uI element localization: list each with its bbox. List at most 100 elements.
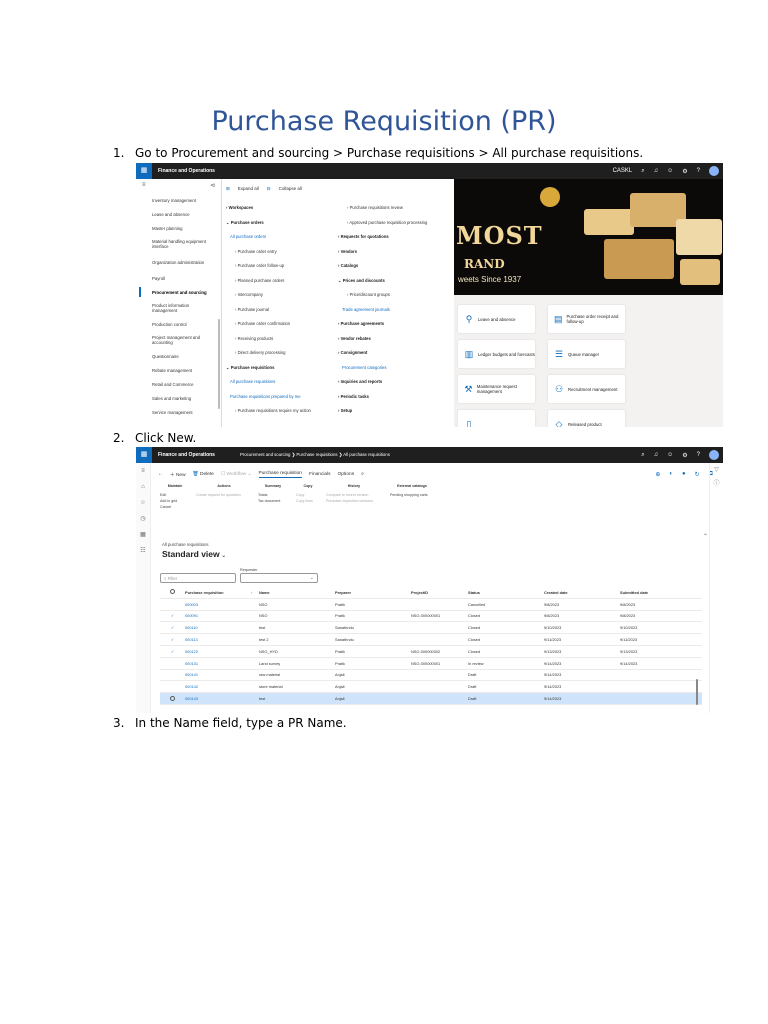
search-icon[interactable]: ⌕ bbox=[641, 168, 644, 175]
cell-pr-id[interactable]: 000003 bbox=[185, 602, 259, 607]
expand-all-icon[interactable]: ⊞ bbox=[226, 186, 230, 192]
tile-ledger-budgets[interactable]: ▥ Ledger budgets and forecasts bbox=[458, 340, 535, 368]
refresh-icon[interactable]: ↻ bbox=[695, 471, 700, 478]
smile-icon[interactable]: ☺ bbox=[667, 168, 673, 174]
table-row[interactable]: 000143 test Anjali Draft 9/14/2023 bbox=[160, 693, 702, 705]
breadcrumb-section[interactable]: Purchase requisitions bbox=[296, 452, 337, 457]
company-picker[interactable]: CASKL bbox=[613, 168, 633, 174]
gear-icon[interactable]: ⚙ bbox=[682, 168, 687, 175]
app-launcher-icon[interactable]: ▦ bbox=[136, 447, 152, 463]
nav-item[interactable]: Service management bbox=[136, 405, 221, 419]
flyout-item[interactable]: › Approved purchase requisition processi… bbox=[338, 216, 427, 231]
flyout-item[interactable]: › Direct delivery processing bbox=[226, 346, 311, 361]
bell-icon[interactable]: ♫ bbox=[654, 452, 659, 458]
flyout-item[interactable]: › Purchase order entry bbox=[226, 245, 311, 260]
row-check-icon[interactable]: ✓ bbox=[160, 649, 185, 654]
nav-item[interactable]: Master planning bbox=[136, 221, 221, 235]
flyout-item[interactable]: › Vendors bbox=[338, 245, 427, 260]
table-row[interactable]: ✓ 000110 test Sanathndu Closed 9/10/2023 9/10/… bbox=[160, 622, 702, 635]
help-icon[interactable]: ? bbox=[697, 452, 700, 458]
flyout-item[interactable]: › Setup bbox=[338, 404, 427, 419]
pending-carts-button[interactable]: Pending shopping carts bbox=[390, 492, 434, 498]
flyout-item[interactable]: › Purchase requisitions require my actio… bbox=[226, 404, 311, 419]
row-check-icon[interactable]: ✓ bbox=[160, 613, 185, 618]
flyout-item[interactable]: › Vendor rebates bbox=[338, 332, 427, 347]
attach-icon[interactable]: ⊕ bbox=[655, 471, 660, 478]
flyout-item[interactable]: › Requests for quotations bbox=[338, 230, 427, 245]
col-submitted-date[interactable]: Submitted date bbox=[620, 590, 702, 595]
flyout-item[interactable]: › Inquiries and reports bbox=[338, 375, 427, 390]
cell-pr-id[interactable]: 000143 bbox=[185, 696, 259, 701]
filter-input[interactable]: ⌕ Filter bbox=[160, 573, 236, 583]
col-project-id[interactable]: ProjectID bbox=[411, 590, 468, 595]
copy-lines-button[interactable]: Copy lines bbox=[296, 498, 320, 504]
flyout-item[interactable]: › Purchase requisitions review bbox=[338, 201, 427, 216]
flyout-item[interactable]: › Receiving products bbox=[226, 332, 311, 347]
gear-icon[interactable]: ⚙ bbox=[682, 452, 687, 459]
nav-item[interactable]: Product information management bbox=[136, 299, 221, 317]
workflow-button[interactable]: ☐ Workflow ⌄ bbox=[221, 472, 252, 477]
flyout-item[interactable]: All purchase orders bbox=[226, 230, 311, 245]
nav-item[interactable]: Rebate management bbox=[136, 363, 221, 377]
cell-pr-id[interactable]: 000142 bbox=[185, 684, 259, 689]
nav-item[interactable]: Procurement and sourcing bbox=[136, 285, 221, 299]
modules-icon[interactable]: ☷ bbox=[136, 543, 150, 559]
flyout-item[interactable]: ⌄ Purchase requisitions bbox=[226, 361, 311, 376]
col-created-date[interactable]: Created date bbox=[544, 590, 620, 595]
table-row[interactable]: 000141 raw material Anjali Draft 9/14/2023 bbox=[160, 670, 702, 682]
tile-po-receipt[interactable]: ▤ Purchase order receipt and follow-up bbox=[548, 305, 625, 333]
table-row[interactable]: ✓ 000091 NSO Pratik NSO-000000001 Closed 9/8/2… bbox=[160, 611, 702, 623]
delete-button[interactable]: 🗑 Delete bbox=[193, 472, 214, 477]
tile-recruitment[interactable]: ⚇ Recruitment management bbox=[548, 375, 625, 403]
tile-released-product[interactable]: ◇ Released product bbox=[548, 410, 625, 427]
flyout-item[interactable]: › Price/discount groups bbox=[338, 288, 427, 303]
flyout-item[interactable]: Procurement categories bbox=[338, 361, 427, 376]
avatar[interactable] bbox=[709, 450, 719, 460]
collapse-all-icon[interactable]: ⊟ bbox=[267, 186, 271, 192]
tile-document[interactable]: ▯ bbox=[458, 410, 535, 427]
bell-icon[interactable]: ♫ bbox=[654, 168, 659, 174]
nav-item[interactable]: Material handling equipment interface bbox=[136, 235, 221, 253]
cell-pr-id[interactable]: 000141 bbox=[185, 672, 259, 677]
row-select-radio[interactable] bbox=[170, 695, 175, 701]
flyout-item[interactable]: › Catalogs bbox=[338, 259, 427, 274]
row-check-icon[interactable]: ✓ bbox=[160, 637, 185, 642]
flyout-item[interactable]: Purchase requisitions prepared by me bbox=[226, 390, 311, 405]
nav-item[interactable]: Retail and Commerce bbox=[136, 377, 221, 391]
hamburger-icon[interactable]: ≡ bbox=[142, 182, 146, 190]
smile-icon[interactable]: ☺ bbox=[667, 452, 673, 458]
tile-leave-absence[interactable]: ⚲ Leave and absence bbox=[458, 305, 535, 333]
nav-item[interactable]: Project management and accounting bbox=[136, 331, 221, 349]
table-row[interactable]: 000131 Land survey Pratik NSO-000000001 In r… bbox=[160, 658, 702, 670]
flyout-item[interactable]: › Workspaces bbox=[226, 201, 311, 216]
flyout-item[interactable]: › Purchase agreements bbox=[338, 317, 427, 332]
row-check-icon[interactable]: ✓ bbox=[160, 625, 185, 630]
nav-item[interactable]: Inventory management bbox=[136, 193, 221, 207]
table-row[interactable]: ✓ 000113 test 2 Sanathndu Closed 9/11/2023 9/1… bbox=[160, 634, 702, 646]
new-button[interactable]: ＋ New bbox=[170, 471, 186, 478]
clock-icon[interactable]: ◷ bbox=[136, 511, 150, 527]
expand-all-button[interactable]: Expand all bbox=[238, 186, 259, 192]
nav-item[interactable]: Questionnaire bbox=[136, 349, 221, 363]
view-selector[interactable]: Standard view ⌄ bbox=[162, 549, 226, 559]
back-icon[interactable]: ← bbox=[158, 472, 163, 477]
filter-icon[interactable]: ▽ bbox=[710, 463, 723, 477]
collapse-all-button[interactable]: Collapse all bbox=[279, 186, 302, 192]
flyout-item[interactable]: › Consignment bbox=[338, 346, 427, 361]
flyout-item[interactable]: › Purchase order follow-up bbox=[226, 259, 311, 274]
cancel-button[interactable]: Cancel bbox=[160, 504, 190, 510]
col-purchase-requisition[interactable]: Purchase requisition ↑ bbox=[185, 590, 259, 595]
workspaces-icon[interactable]: ▦ bbox=[136, 527, 150, 543]
nav-item[interactable]: Payroll bbox=[136, 271, 221, 285]
cell-pr-id[interactable]: 000113 bbox=[185, 637, 259, 642]
pin-icon[interactable]: ⊲ bbox=[210, 182, 215, 190]
flyout-item[interactable]: › Planned purchase orders bbox=[226, 274, 311, 289]
help-icon[interactable]: ? bbox=[697, 168, 700, 174]
create-rfq-button[interactable]: Create request for quotation bbox=[196, 492, 252, 498]
nav-item[interactable]: Sales and marketing bbox=[136, 391, 221, 405]
nav-scrollbar[interactable] bbox=[218, 319, 220, 409]
grid-scrollbar[interactable] bbox=[696, 679, 698, 705]
col-status[interactable]: Status bbox=[468, 590, 544, 595]
nav-item[interactable]: Production control bbox=[136, 317, 221, 331]
flyout-item[interactable]: › Intercompany bbox=[226, 288, 311, 303]
